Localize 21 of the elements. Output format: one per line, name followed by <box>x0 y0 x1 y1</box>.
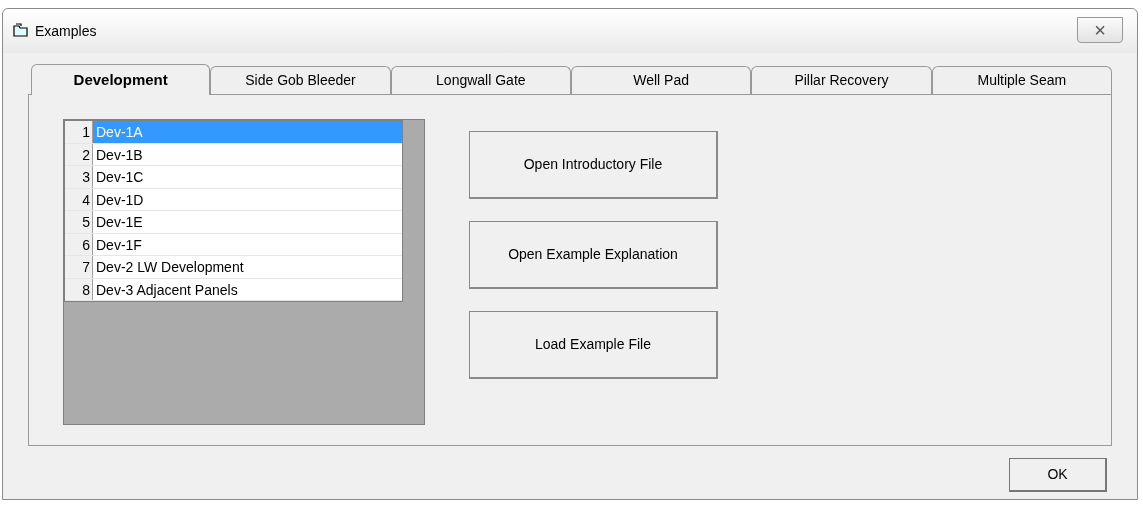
tab[interactable]: Side Gob Bleeder <box>210 66 391 94</box>
row-header: 2 <box>65 143 93 165</box>
row-header: 3 <box>65 166 93 188</box>
row-header: 7 <box>65 256 93 278</box>
tab[interactable]: Development <box>31 64 211 95</box>
row-header: 6 <box>65 233 93 255</box>
ok-button[interactable]: OK <box>1009 458 1107 492</box>
tab[interactable]: Multiple Seam <box>931 66 1112 94</box>
tab[interactable]: Longwall Gate <box>390 66 571 94</box>
tab[interactable]: Well Pad <box>571 66 752 94</box>
row-header: 4 <box>65 188 93 210</box>
action-button[interactable]: Load Example File <box>469 311 718 379</box>
tab[interactable]: Pillar Recovery <box>751 66 932 94</box>
row-header: 5 <box>65 211 93 233</box>
window-title: Examples <box>35 22 97 41</box>
action-button[interactable]: Open Example Explanation <box>469 221 718 289</box>
action-button[interactable]: Open Introductory File <box>469 131 718 199</box>
close-button[interactable]: × <box>1077 17 1123 43</box>
row-header: 8 <box>65 278 93 300</box>
window-icon <box>13 23 29 37</box>
row-header: 1 <box>65 121 93 143</box>
